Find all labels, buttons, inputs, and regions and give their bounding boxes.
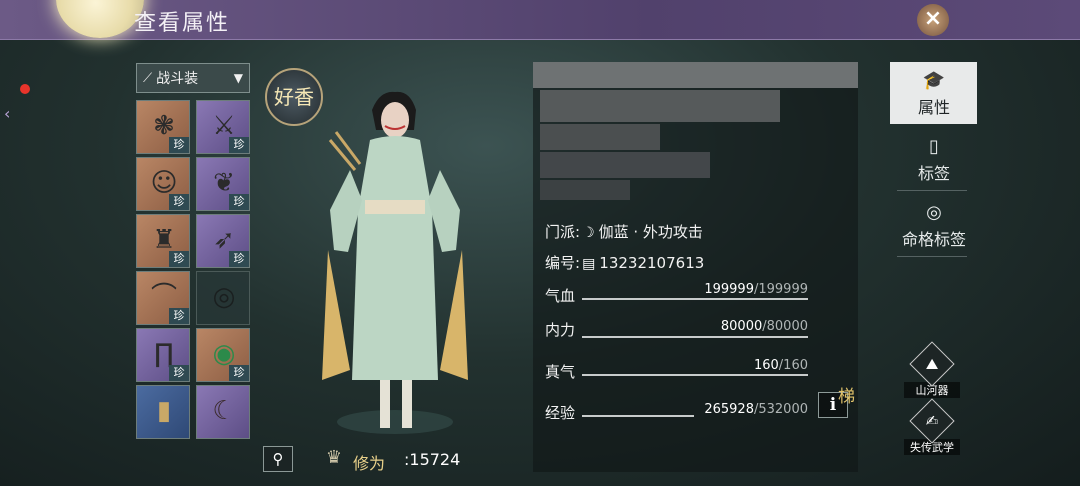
dagger-icon: ⟋ [143,70,153,86]
equip-slot-head[interactable]: ☺ 珍 [136,157,190,211]
stat-max: /199999 [753,282,808,297]
equip-slot-robe[interactable]: ♜ 珍 [136,214,190,268]
equip-slot-trousers[interactable]: ∏ 珍 [136,328,190,382]
tab-attributes[interactable]: 🎓 属性 [895,70,973,118]
boots-icon: ▮ [156,396,172,426]
stat-bar-exp [582,415,694,417]
rarity-badge: 珍 [169,194,189,210]
rarity-badge: 珍 [169,251,189,267]
tab-fate-tags[interactable]: ◎ 命格标签 [895,202,973,250]
sect-value: 伽蓝 · 外功攻击 [598,223,703,241]
redacted-block [540,90,780,122]
equip-slot-belt[interactable]: ⌒ 珍 [136,271,190,325]
notification-dot [20,84,30,94]
sect-icon: ☽ [582,225,595,241]
equip-slot-rings[interactable]: ◎ [196,271,250,325]
outfit-dropdown[interactable]: ⟋ 战斗装 ▼ [136,63,250,93]
id-row: 编号: ▤ 13232107613 [545,252,704,273]
crescent-blade-icon: ☾ [212,396,236,426]
stat-value-exp: 265928/532000 [690,402,808,417]
equip-slot-pendant[interactable]: ❦ 珍 [196,157,250,211]
stat-value-qi: 160/160 [690,358,808,373]
magnifier-icon[interactable]: ⚲ [263,446,293,472]
stat-current: 265928 [704,402,754,417]
cultivation-label: 修为 [353,454,386,473]
chevron-down-icon: ▼ [233,71,243,85]
redacted-block [540,124,660,150]
redacted-block [540,180,630,200]
artifact-icon: ⛰ [909,341,955,387]
stat-label-qi: 真气 [545,363,576,381]
stat-label-hp: 气血 [545,287,576,305]
equip-slot-boots[interactable]: ▮ [136,385,190,439]
tab-tags[interactable]: ▯ 标签 [895,136,973,184]
close-button[interactable]: × [917,4,949,36]
title-bar: 查看属性 × [0,0,1080,40]
stat-label-mp: 内力 [545,321,576,339]
outfit-selected-label: 战斗装 [156,71,199,87]
equip-slot-crescent-blade[interactable]: ☾ [196,385,250,439]
ladder-label[interactable]: 梯 [838,382,855,407]
equip-slot-prayer-beads[interactable]: ❃ 珍 [136,100,190,154]
lost-martial-art-button[interactable]: ✍ 失传武学 [904,398,960,455]
tab-label: 命格标签 [901,230,966,249]
page-title: 查看属性 [134,11,231,36]
stat-bar-mp [582,336,808,338]
equip-slot-gauntlet[interactable]: ➶ 珍 [196,214,250,268]
rarity-badge: 珍 [229,137,249,153]
rarity-badge: 珍 [229,365,249,381]
martial-art-icon: ✍ [909,398,955,444]
cultivation-icon: ♛ [325,447,343,468]
equip-slot-bracelet[interactable]: ◉ 珍 [196,328,250,382]
stat-value-mp: 80000/80000 [690,319,808,334]
artifact-button[interactable]: ⛰ 山河器 [904,341,960,398]
stat-max: /160 [778,358,808,373]
sect-label: 门派: [545,223,581,241]
tab-divider [897,190,967,191]
rarity-badge: 珍 [169,308,189,324]
rarity-badge: 珍 [169,137,189,153]
tab-label: 属性 [917,98,950,117]
fate-icon: ◎ [926,202,942,223]
id-label: 编号: [545,254,581,272]
stat-max: /532000 [753,402,808,417]
id-value: 13232107613 [599,254,705,272]
character-figure[interactable] [310,80,480,440]
tab-divider [897,256,967,257]
rarity-badge: 珍 [229,194,249,210]
equip-slot-dagger[interactable]: ⚔ 珍 [196,100,250,154]
stat-current: 199999 [704,282,754,297]
rarity-badge: 珍 [169,365,189,381]
tag-icon: ▯ [929,136,939,157]
sect-row: 门派: ☽ 伽蓝 · 外功攻击 [545,221,703,242]
moon-decoration [56,0,144,38]
rarity-badge: 珍 [229,251,249,267]
stat-bar-qi [582,374,808,376]
cultivation-number: 15724 [409,450,461,469]
stat-bar-hp [582,298,808,300]
stat-current: 160 [753,358,779,373]
stat-max: /80000 [762,319,808,334]
redacted-block [540,152,710,178]
id-card-icon: ▤ [582,256,596,272]
rings-icon: ◎ [212,282,236,312]
tab-label: 标签 [917,164,950,183]
stat-current: 80000 [720,319,763,334]
stat-label-exp: 经验 [545,404,576,422]
stat-value-hp: 199999/199999 [690,282,808,297]
cultivation-value: :15724 [404,450,461,469]
left-arrow-icon[interactable]: ‹ [4,104,10,123]
redacted-block [533,62,858,88]
hat-icon: 🎓 [922,70,946,91]
